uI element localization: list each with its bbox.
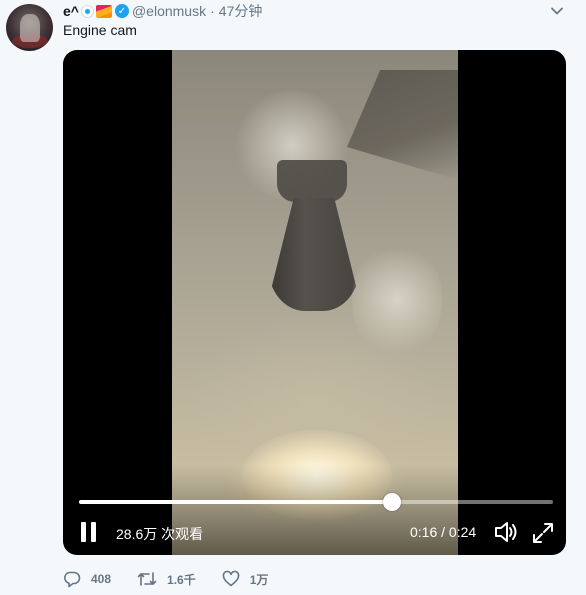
video-progress-bar[interactable] bbox=[79, 493, 553, 511]
verified-badge-icon: ✓ bbox=[114, 4, 129, 18]
heart-icon bbox=[222, 570, 240, 587]
video-timecode: 0:16 / 0:24 bbox=[410, 524, 477, 540]
engine-structure bbox=[347, 70, 458, 180]
reply-action[interactable]: 408 bbox=[63, 570, 111, 588]
avatar[interactable] bbox=[6, 4, 53, 51]
fullscreen-icon[interactable] bbox=[531, 521, 555, 545]
engine-body bbox=[277, 160, 347, 202]
pause-icon[interactable] bbox=[81, 522, 97, 542]
header-separator: · bbox=[210, 3, 215, 19]
video-progress-fill bbox=[79, 500, 392, 504]
like-action[interactable]: 1万 bbox=[222, 570, 269, 588]
user-handle[interactable]: @elonmusk bbox=[132, 3, 206, 19]
chevron-down-icon[interactable] bbox=[550, 4, 564, 18]
eye-emoji-icon bbox=[80, 4, 94, 18]
retweet-count: 1.6千 bbox=[167, 572, 196, 587]
reply-count: 408 bbox=[91, 572, 112, 586]
video-scrubber-handle[interactable] bbox=[382, 493, 401, 511]
volume-icon[interactable] bbox=[493, 520, 519, 544]
like-count: 1万 bbox=[249, 572, 269, 587]
exhaust-plume bbox=[352, 240, 442, 360]
engine-nozzle bbox=[268, 198, 360, 311]
tweet-header: e^ ✓ @elonmusk · 47分钟 bbox=[63, 2, 262, 20]
tweet-timestamp[interactable]: 47分钟 bbox=[219, 1, 263, 21]
reply-icon bbox=[63, 571, 81, 588]
retweet-icon bbox=[137, 572, 157, 586]
avatar-image-figure bbox=[20, 14, 40, 42]
tweet-text: Engine cam bbox=[63, 22, 137, 38]
video-player[interactable]: 28.6万 次观看 0:16 / 0:24 bbox=[63, 50, 566, 555]
view-count: 28.6万 次观看 bbox=[116, 526, 204, 542]
display-name[interactable]: e^ bbox=[63, 3, 79, 19]
pizza-emoji-icon bbox=[95, 4, 112, 18]
tweet-actions: 408 1.6千 1万 bbox=[63, 569, 294, 589]
retweet-action[interactable]: 1.6千 bbox=[137, 570, 196, 588]
